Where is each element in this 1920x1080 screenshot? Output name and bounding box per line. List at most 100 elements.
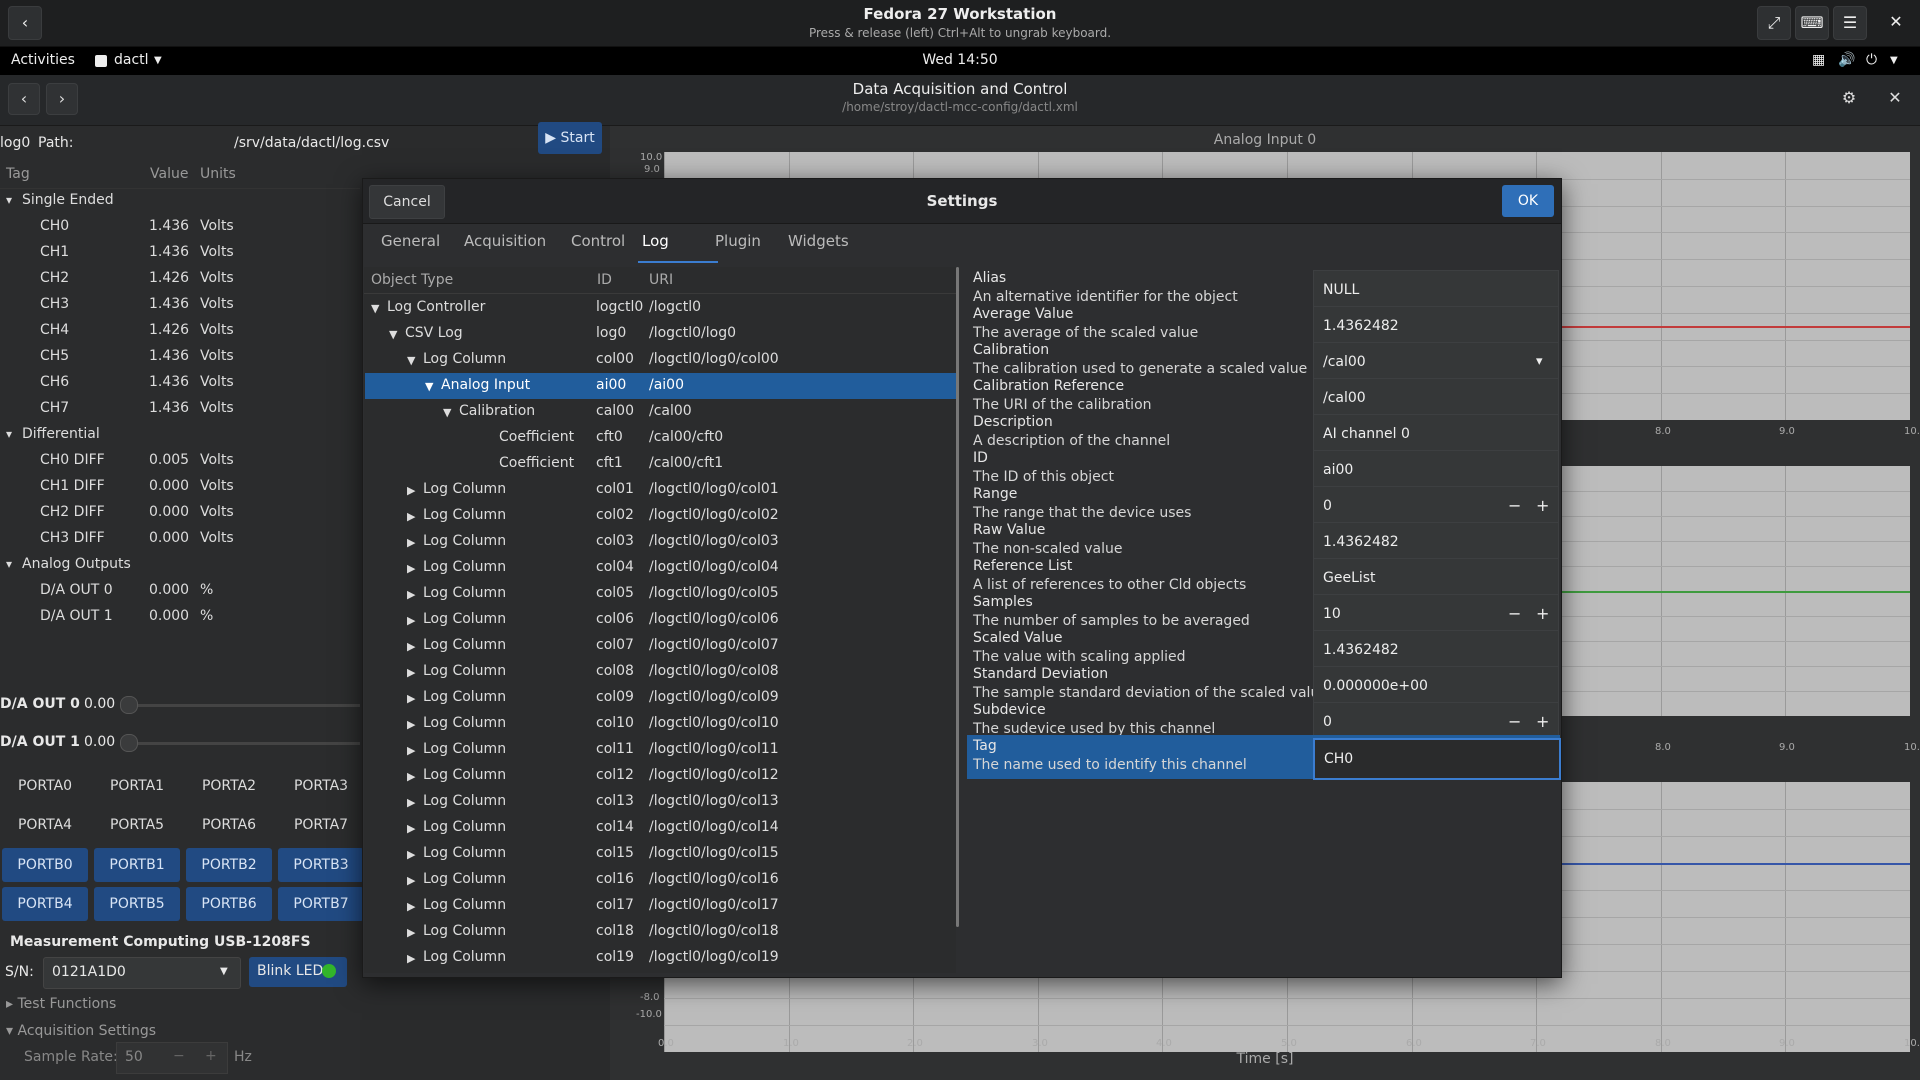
fullscreen-icon[interactable]: ⤢ [1757, 6, 1791, 40]
tab-widgets[interactable]: Widgets [788, 232, 849, 250]
slider-handle[interactable] [120, 734, 138, 752]
close-icon[interactable]: ✕ [1880, 83, 1910, 113]
tree-header-uri[interactable]: URI [649, 272, 673, 288]
expander-arrow-icon[interactable]: ▾ [6, 427, 12, 441]
port-button-portb7[interactable]: PORTB7 [278, 887, 364, 921]
expander-closed-icon[interactable]: ▶ [407, 796, 415, 809]
port-button-portb1[interactable]: PORTB1 [94, 848, 180, 882]
port-button-portb6[interactable]: PORTB6 [186, 887, 272, 921]
channel-row[interactable]: CH3 1.436 Volts [0, 292, 360, 318]
volume-icon[interactable]: 🔊 [1838, 52, 1855, 68]
slider-track[interactable] [120, 742, 360, 745]
tree-row[interactable]: ▼ Analog Input ai00/ai00 [365, 373, 956, 399]
channel-group[interactable]: ▾ Analog Outputs [0, 552, 360, 578]
expander-closed-icon[interactable]: ▶ [407, 614, 415, 627]
header-tag[interactable]: Tag [6, 166, 30, 182]
tree-row[interactable]: ▶ Log Column col16/logctl0/log0/col16 [365, 867, 956, 893]
tree-row[interactable]: ▶ Log Column col13/logctl0/log0/col13 [365, 789, 956, 815]
plus-icon[interactable]: + [1536, 496, 1549, 515]
tab-general[interactable]: General [381, 232, 440, 250]
close-icon[interactable]: ✕ [1880, 6, 1912, 38]
tree-row[interactable]: ▶ Log Column col19/logctl0/log0/col19 [365, 945, 956, 971]
channel-row[interactable]: CH6 1.436 Volts [0, 370, 360, 396]
channel-row[interactable]: CH0 1.436 Volts [0, 214, 360, 240]
channel-row[interactable]: CH2 1.426 Volts [0, 266, 360, 292]
port-button-portb5[interactable]: PORTB5 [94, 887, 180, 921]
port-button-porta6[interactable]: PORTA6 [186, 808, 272, 842]
tree-row[interactable]: ▶ Log Column col11/logctl0/log0/col11 [365, 737, 956, 763]
sn-dropdown[interactable]: 0121A1D0 ▼ [43, 957, 241, 989]
sample-rate-spin[interactable]: 50 − + [116, 1042, 228, 1074]
tree-row[interactable]: ▼ Calibration cal00/cal00 [365, 399, 956, 425]
expander-closed-icon[interactable]: ▶ [407, 874, 415, 887]
expander-arrow-icon[interactable]: ▾ [6, 557, 12, 571]
tree-row[interactable]: ▶ Log Column col09/logctl0/log0/col09 [365, 685, 956, 711]
tree-header-type[interactable]: Object Type [371, 272, 453, 288]
plus-icon[interactable]: + [1536, 604, 1549, 623]
clock[interactable]: Wed 14:50 [0, 52, 1920, 68]
channel-row[interactable]: D/A OUT 0 0.000% [0, 578, 360, 604]
channel-row[interactable]: CH2 DIFF 0.000 Volts [0, 500, 360, 526]
port-button-porta5[interactable]: PORTA5 [94, 808, 180, 842]
expander-closed-icon[interactable]: ▶ [407, 536, 415, 549]
expander-closed-icon[interactable]: ▶ [407, 562, 415, 575]
tree-row[interactable]: ▶ Log Column col02/logctl0/log0/col02 [365, 503, 956, 529]
tree-row[interactable]: ▶ Log Column col18/logctl0/log0/col18 [365, 919, 956, 945]
tree-row[interactable]: ▼ Log Column col00/logctl0/log0/col00 [365, 347, 956, 373]
acq-settings-expander[interactable]: ▾ Acquisition Settings [6, 1023, 156, 1039]
minus-icon[interactable]: − [1508, 712, 1521, 731]
slider-handle[interactable] [120, 696, 138, 714]
tab-log[interactable]: Log [642, 232, 669, 250]
channel-group[interactable]: ▾ Single Ended [0, 188, 360, 214]
plus-icon[interactable]: + [1536, 712, 1549, 731]
expander-closed-icon[interactable]: ▶ [407, 510, 415, 523]
port-button-porta7[interactable]: PORTA7 [278, 808, 364, 842]
expander-open-icon[interactable]: ▼ [389, 328, 397, 341]
tree-row[interactable]: ▶ Log Column col05/logctl0/log0/col05 [365, 581, 956, 607]
port-button-porta0[interactable]: PORTA0 [2, 769, 88, 803]
header-units[interactable]: Units [200, 166, 236, 182]
expander-closed-icon[interactable]: ▶ [407, 770, 415, 783]
expander-closed-icon[interactable]: ▶ [407, 588, 415, 601]
plus-icon[interactable]: + [205, 1048, 217, 1064]
expander-open-icon[interactable]: ▼ [425, 380, 433, 393]
ok-button[interactable]: OK [1502, 185, 1554, 217]
port-button-portb3[interactable]: PORTB3 [278, 848, 364, 882]
minus-icon[interactable]: − [173, 1048, 185, 1064]
test-functions-expander[interactable]: ▸ Test Functions [6, 996, 116, 1012]
expander-closed-icon[interactable]: ▶ [407, 926, 415, 939]
channel-row[interactable]: CH3 DIFF 0.000 Volts [0, 526, 360, 552]
tree-row[interactable]: ▶ Log Column col03/logctl0/log0/col03 [365, 529, 956, 555]
expander-open-icon[interactable]: ▼ [443, 406, 451, 419]
port-button-porta1[interactable]: PORTA1 [94, 769, 180, 803]
tree-row[interactable]: ▶ Log Column col04/logctl0/log0/col04 [365, 555, 956, 581]
tree-row[interactable]: ▶ Log Column col10/logctl0/log0/col10 [365, 711, 956, 737]
expander-open-icon[interactable]: ▼ [371, 302, 379, 315]
tab-plugin[interactable]: Plugin [715, 232, 761, 250]
channel-row[interactable]: D/A OUT 1 0.000% [0, 604, 360, 630]
tree-header-id[interactable]: ID [597, 272, 612, 288]
port-button-porta3[interactable]: PORTA3 [278, 769, 364, 803]
blink-led-button[interactable]: Blink LED [249, 957, 347, 987]
keyboard-icon[interactable]: ⌨ [1795, 6, 1829, 40]
port-button-porta4[interactable]: PORTA4 [2, 808, 88, 842]
expander-closed-icon[interactable]: ▶ [407, 744, 415, 757]
port-button-portb2[interactable]: PORTB2 [186, 848, 272, 882]
expander-closed-icon[interactable]: ▶ [407, 484, 415, 497]
expander-closed-icon[interactable]: ▶ [407, 848, 415, 861]
tree-row[interactable]: Coefficient cft1/cal00/cft1 [365, 451, 956, 477]
minus-icon[interactable]: − [1508, 604, 1521, 623]
channel-row[interactable]: CH7 1.436 Volts [0, 396, 360, 422]
expander-closed-icon[interactable]: ▶ [407, 666, 415, 679]
tree-row[interactable]: ▶ Log Column col12/logctl0/log0/col12 [365, 763, 956, 789]
tree-row[interactable]: ▶ Log Column col15/logctl0/log0/col15 [365, 841, 956, 867]
tree-row[interactable]: ▶ Log Column col17/logctl0/log0/col17 [365, 893, 956, 919]
tree-row[interactable]: ▼ Log Controller logctl0/logctl0 [365, 295, 956, 321]
tree-row[interactable]: ▶ Log Column col07/logctl0/log0/col07 [365, 633, 956, 659]
channel-row[interactable]: CH5 1.436 Volts [0, 344, 360, 370]
path-field[interactable]: /srv/data/dactl/log.csv [234, 135, 389, 151]
port-button-portb4[interactable]: PORTB4 [2, 887, 88, 921]
tree-row[interactable]: ▶ Log Column col06/logctl0/log0/col06 [365, 607, 956, 633]
tree-row[interactable]: ▶ Log Column col14/logctl0/log0/col14 [365, 815, 956, 841]
expander-arrow-icon[interactable]: ▾ [6, 193, 12, 207]
